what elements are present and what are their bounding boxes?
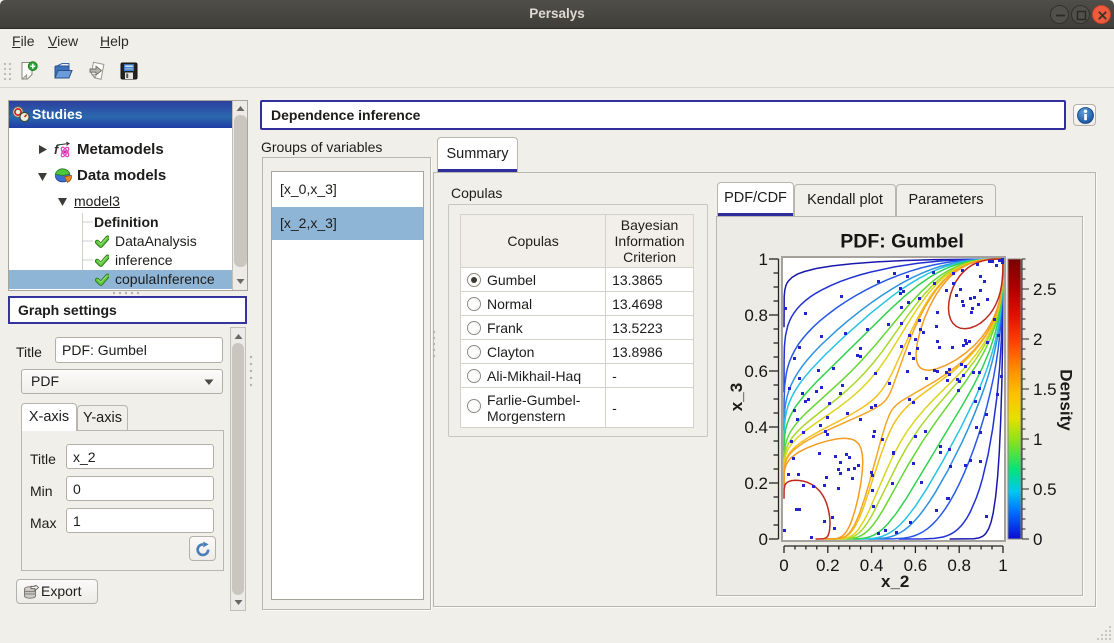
svg-text:PDF: Gumbel: PDF: Gumbel <box>840 231 964 253</box>
svg-text:0.8: 0.8 <box>744 306 768 325</box>
svg-text:0.2: 0.2 <box>816 556 840 575</box>
svg-text:0.6: 0.6 <box>744 362 768 381</box>
svg-text:0.4: 0.4 <box>860 556 884 575</box>
svg-text:0: 0 <box>779 556 788 575</box>
svg-text:0: 0 <box>759 530 768 549</box>
svg-text:2: 2 <box>1033 330 1042 349</box>
svg-text:1.5: 1.5 <box>1033 380 1057 399</box>
svg-text:2.5: 2.5 <box>1033 280 1057 299</box>
svg-text:0.8: 0.8 <box>947 556 971 575</box>
svg-text:1: 1 <box>1033 430 1042 449</box>
svg-text:1: 1 <box>759 250 768 269</box>
svg-text:0.4: 0.4 <box>744 418 768 437</box>
svg-text:0.2: 0.2 <box>744 474 768 493</box>
svg-text:1: 1 <box>998 556 1007 575</box>
svg-text:0: 0 <box>1033 530 1042 549</box>
svg-text:0.5: 0.5 <box>1033 480 1057 499</box>
